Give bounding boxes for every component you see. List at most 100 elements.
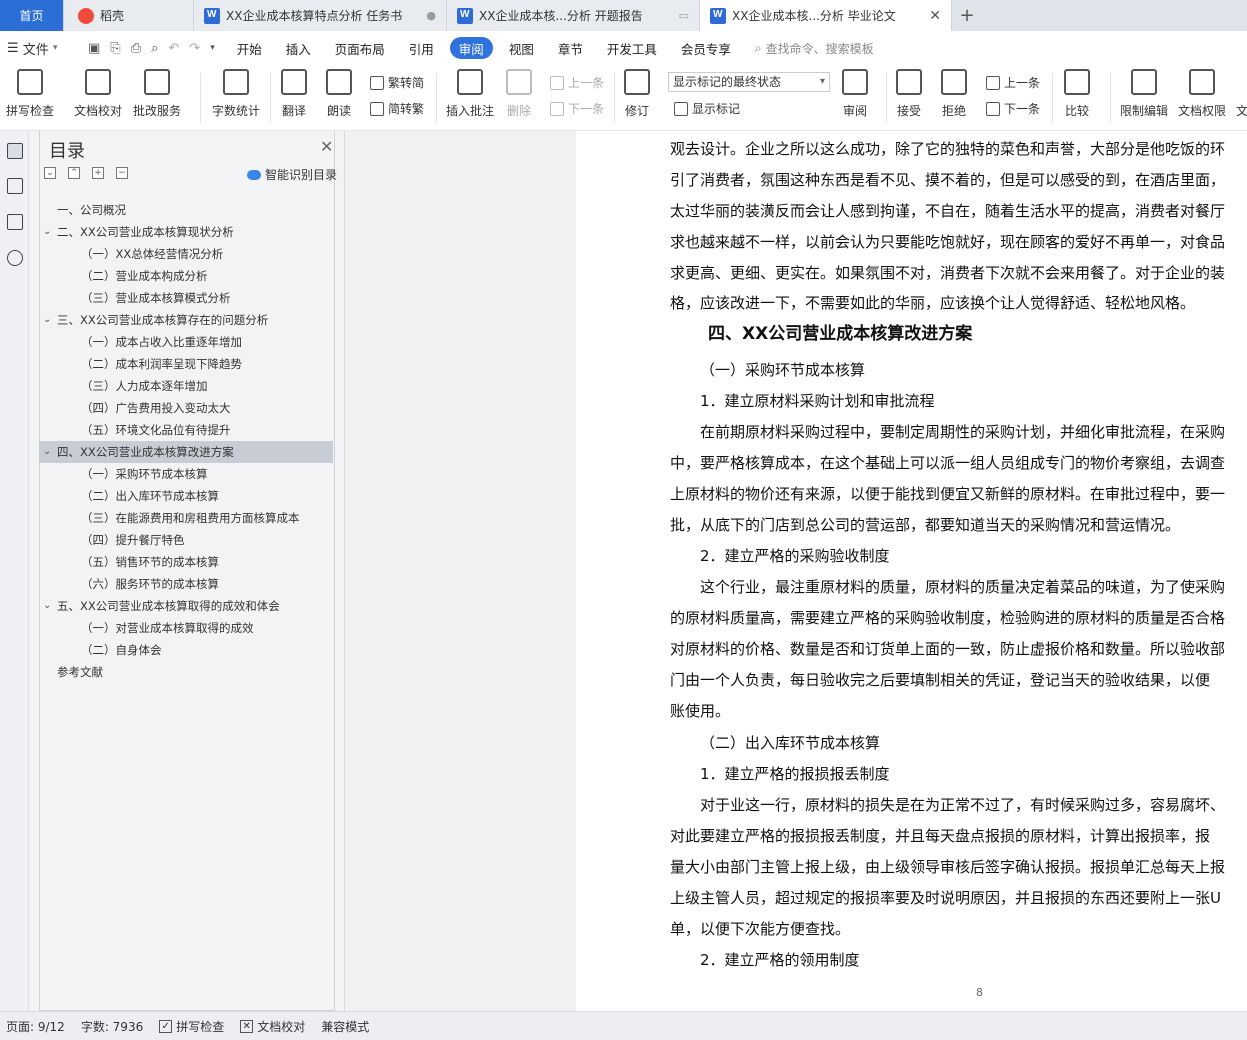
menu-references[interactable]: 引用 xyxy=(397,37,446,59)
redo-icon[interactable]: ↷ xyxy=(189,41,200,56)
menu-review[interactable]: 审阅 xyxy=(449,37,493,59)
translate-button[interactable]: 翻译 xyxy=(281,69,307,119)
toc-item[interactable]: （五）环境文化品位有待提升 xyxy=(39,419,333,441)
toc-item[interactable]: （五）销售环节的成本核算 xyxy=(39,551,333,573)
undo-icon[interactable]: ↶ xyxy=(168,41,179,56)
next-change-label: 下一条 xyxy=(1004,102,1041,116)
remove-heading-icon[interactable]: − xyxy=(116,167,128,179)
truncated-ribbon-item[interactable]: 文 xyxy=(1236,102,1247,119)
reject-button[interactable]: 拒绝 xyxy=(941,69,967,119)
toc-item[interactable]: （四）提升餐厅特色 xyxy=(39,529,333,551)
toc-item[interactable]: ⌄ 五、XX公司营业成本核算取得的成效和体会 xyxy=(39,595,333,617)
toc-item[interactable]: ⌄ 三、XX公司营业成本核算存在的问题分析 xyxy=(39,309,333,331)
toc-item[interactable]: （二）成本利润率呈现下降趋势 xyxy=(39,353,333,375)
customize-icon[interactable]: ▾ xyxy=(210,43,215,53)
read-aloud-button[interactable]: 朗读 xyxy=(326,69,352,119)
toc-item[interactable]: （一）成本占收入比重逐年增加 xyxy=(39,331,333,353)
close-icon[interactable]: ✕ xyxy=(929,8,941,24)
tab-comment-icon: ▭ xyxy=(678,9,689,22)
track-changes-button[interactable]: 修订 xyxy=(624,69,650,119)
print-icon[interactable]: ⎙ xyxy=(131,41,141,56)
toc-icon[interactable] xyxy=(7,143,23,159)
menu-vip[interactable]: 会员专享 xyxy=(669,37,743,59)
toc-item[interactable]: （二）自身体会 xyxy=(39,639,333,661)
paragraph-line: 对原材料的价格、数量是否和订货单上面的一致，防止虚报价格和数量。所以验收部 xyxy=(670,640,1226,658)
document-page[interactable]: 观去设计。企业之所以这么成功，除了它的独特的菜色和声誉，大部分是他吃饭的环 引了消… xyxy=(576,131,1247,1011)
chevron-down-icon[interactable]: ⌄ xyxy=(43,309,51,331)
tab-thesis[interactable]: XX企业成本核...分析 毕业论文 ✕ xyxy=(700,0,952,31)
menu-developer[interactable]: 开发工具 xyxy=(595,37,669,59)
toc-item[interactable]: （一）采购环节成本核算 xyxy=(39,463,333,485)
trad-to-simp-button[interactable]: 繁转简 xyxy=(370,74,424,91)
close-icon[interactable]: ✕ xyxy=(320,137,333,156)
compare-button[interactable]: 比较 xyxy=(1064,69,1090,119)
tab-docer[interactable]: 稻壳 xyxy=(64,0,194,31)
toc-item[interactable]: ⌄ 四、XX公司营业成本核算改进方案 xyxy=(39,441,333,463)
spell-check-toggle[interactable]: ✓ 拼写检查 xyxy=(159,1018,224,1035)
tab-close-icon[interactable]: ● xyxy=(426,9,436,22)
page-indicator[interactable]: 页面: 9/12 xyxy=(6,1018,65,1035)
word-count-indicator[interactable]: 字数: 7936 xyxy=(81,1018,143,1035)
toc-item[interactable]: 一、公司概况 xyxy=(39,199,333,221)
bookmark-icon[interactable] xyxy=(7,214,23,230)
export-icon[interactable]: ⎘ xyxy=(110,41,120,56)
simp-to-trad-button[interactable]: 简转繁 xyxy=(370,100,424,117)
menu-chapter[interactable]: 章节 xyxy=(546,37,595,59)
markup-state-select[interactable]: 显示标记的最终状态 xyxy=(668,72,830,92)
toc-item[interactable]: （三）人力成本逐年增加 xyxy=(39,375,333,397)
doc-proof-button[interactable]: 文档校对 xyxy=(74,69,122,119)
paragraph-line: 2．建立严格的领用制度 xyxy=(700,951,860,969)
tab-home[interactable]: 首页 xyxy=(0,0,64,31)
prev-comment-button[interactable]: 上一条 xyxy=(550,74,604,91)
toc-item[interactable]: （三）营业成本核算模式分析 xyxy=(39,287,333,309)
toc-item[interactable]: （二）营业成本构成分析 xyxy=(39,265,333,287)
review-pane-button[interactable]: 审阅 xyxy=(842,69,868,119)
command-search[interactable]: ⌕ 查找命令、搜索模板 xyxy=(755,40,874,57)
menu-start[interactable]: 开始 xyxy=(225,37,274,59)
toc-item-label: 二、XX公司营业成本核算现状分析 xyxy=(57,225,234,239)
save-icon[interactable]: ▣ xyxy=(88,41,100,56)
doc-permission-button[interactable]: 文档权限 xyxy=(1178,69,1226,119)
toc-item[interactable]: （一）XX总体经营情况分析 xyxy=(39,243,333,265)
tab-task-book[interactable]: XX企业成本核算特点分析 任务书 ● xyxy=(194,0,447,31)
toc-item[interactable]: （三）在能源费用和房租费用方面核算成本 xyxy=(39,507,333,529)
smart-toc-button[interactable]: 智能识别目录 xyxy=(247,166,337,183)
new-tab-button[interactable]: + xyxy=(952,0,982,31)
toc-panel: 目录 ✕ ⌄ ⌃ + − 智能识别目录 一、公司概况 ⌄ 二、XX公司营业成本核算现… xyxy=(29,131,345,1011)
spell-check-icon xyxy=(17,69,43,95)
word-count-button[interactable]: 字数统计 xyxy=(212,69,260,119)
toc-item[interactable]: （二）出入库环节成本核算 xyxy=(39,485,333,507)
toc-item[interactable]: 参考文献 xyxy=(39,661,333,683)
file-menu[interactable]: ☰ 文件 ▾ xyxy=(0,39,78,58)
toc-item[interactable]: （四）广告费用投入变动太大 xyxy=(39,397,333,419)
print-preview-icon[interactable]: ⌕ xyxy=(151,41,158,56)
paragraph-line: 1．建立原材料采购计划和审批流程 xyxy=(700,392,935,410)
delete-comment-button[interactable]: 删除 xyxy=(506,69,532,119)
toc-item-label: （四）广告费用投入变动太大 xyxy=(81,401,231,415)
accept-button[interactable]: 接受 xyxy=(896,69,922,119)
next-change-button[interactable]: 下一条 xyxy=(986,100,1040,117)
insert-comment-button[interactable]: 插入批注 xyxy=(446,69,494,119)
collapse-all-icon[interactable]: ⌃ xyxy=(68,167,80,179)
chevron-down-icon[interactable]: ⌄ xyxy=(43,595,51,617)
show-markup-button[interactable]: 显示标记 xyxy=(674,100,740,117)
doc-proof-toggle[interactable]: ✕ 文档校对 xyxy=(240,1018,305,1035)
tab-proposal[interactable]: XX企业成本核...分析 开题报告 ▭ xyxy=(447,0,700,31)
toc-item[interactable]: （六）服务环节的成本核算 xyxy=(39,573,333,595)
correction-service-button[interactable]: 批改服务 xyxy=(133,69,181,119)
expand-all-icon[interactable]: ⌄ xyxy=(44,167,56,179)
chevron-down-icon[interactable]: ⌄ xyxy=(43,221,51,243)
spell-check-button[interactable]: 拼写检查 xyxy=(6,69,54,119)
add-heading-icon[interactable]: + xyxy=(92,167,104,179)
toc-item[interactable]: ⌄ 二、XX公司营业成本核算现状分析 xyxy=(39,221,333,243)
toc-item[interactable]: （一）对营业成本核算取得的成效 xyxy=(39,617,333,639)
restrict-editing-button[interactable]: 限制编辑 xyxy=(1120,69,1168,119)
search-icon[interactable] xyxy=(7,250,23,266)
menu-view[interactable]: 视图 xyxy=(497,37,546,59)
prev-change-button[interactable]: 上一条 xyxy=(986,74,1040,91)
chapter-nav-icon[interactable] xyxy=(7,178,23,194)
menu-insert[interactable]: 插入 xyxy=(274,37,323,59)
menu-layout[interactable]: 页面布局 xyxy=(323,37,397,59)
chevron-down-icon[interactable]: ⌄ xyxy=(43,441,51,463)
next-comment-button[interactable]: 下一条 xyxy=(550,100,604,117)
